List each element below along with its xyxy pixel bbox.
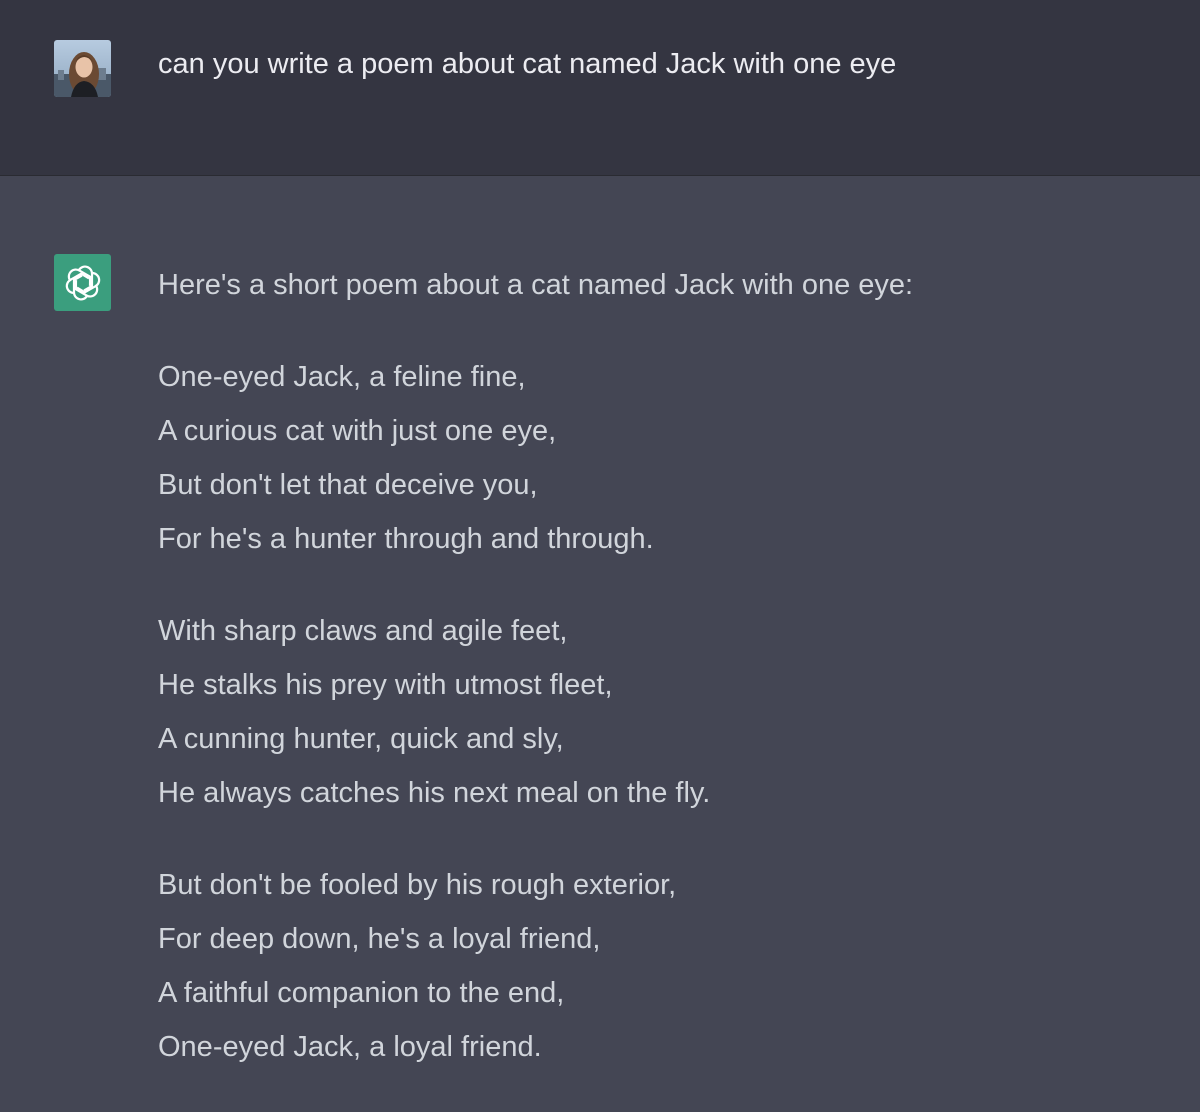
assistant-intro: Here's a short poem about a cat named Ja…	[158, 269, 914, 301]
poem-line: But don't let that deceive you,	[158, 469, 538, 501]
assistant-avatar	[54, 254, 111, 311]
poem-line: But don't be fooled by his rough exterio…	[158, 869, 677, 901]
poem-stanza-3: But don't be fooled by his rough exterio…	[158, 858, 1158, 1074]
poem-line: One-eyed Jack, a feline fine,	[158, 361, 526, 393]
poem-line: A cunning hunter, quick and sly,	[158, 723, 564, 755]
poem-line: A curious cat with just one eye,	[158, 415, 557, 447]
poem-line: He always catches his next meal on the f…	[158, 777, 711, 809]
poem-line: He stalks his prey with utmost fleet,	[158, 669, 613, 701]
poem-line: With sharp claws and agile feet,	[158, 615, 568, 647]
assistant-message-row: Here's a short poem about a cat named Ja…	[0, 176, 1200, 1108]
assistant-message-text: Here's a short poem about a cat named Ja…	[158, 258, 1158, 1112]
poem-stanza-2: With sharp claws and agile feet, He stal…	[158, 604, 1158, 820]
poem-stanza-1: One-eyed Jack, a feline fine, A curious …	[158, 350, 1158, 566]
poem-line: For he's a hunter through and through.	[158, 523, 654, 555]
user-avatar	[54, 40, 111, 97]
poem-line: For deep down, he's a loyal friend,	[158, 923, 601, 955]
openai-logo-icon	[65, 265, 100, 300]
user-message-text: can you write a poem about cat named Jac…	[158, 48, 897, 80]
poem-line: A faithful companion to the end,	[158, 977, 565, 1009]
user-avatar-photo-icon	[54, 40, 111, 97]
poem-line: One-eyed Jack, a loyal friend.	[158, 1031, 542, 1063]
user-message-row: can you write a poem about cat named Jac…	[0, 0, 1200, 176]
